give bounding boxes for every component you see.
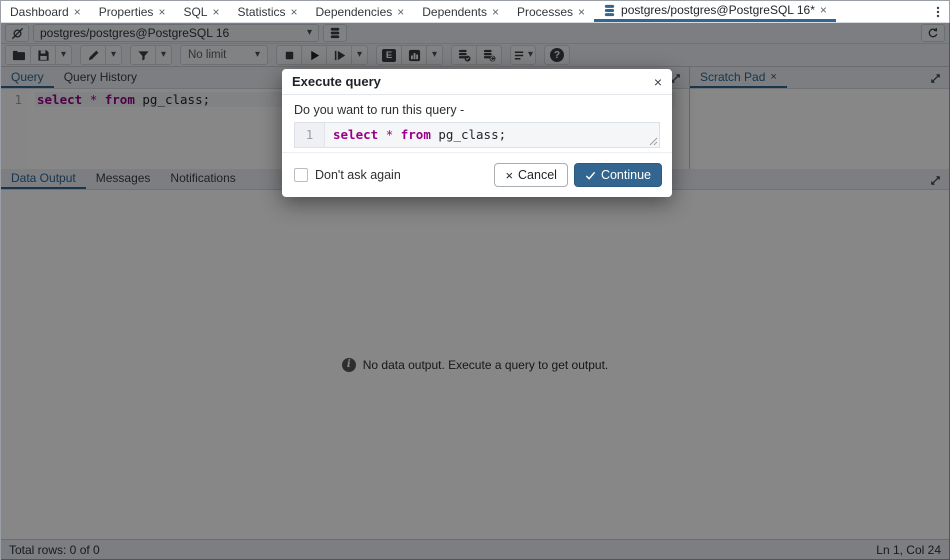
continue-button-label: Continue bbox=[601, 168, 651, 182]
resize-grip-icon[interactable] bbox=[649, 137, 658, 146]
close-icon[interactable]: × bbox=[492, 6, 499, 18]
dialog-query-preview[interactable]: 1 select * from pg_class; bbox=[294, 122, 660, 148]
tab-bar-spacer bbox=[836, 1, 927, 22]
sql-keyword: select bbox=[333, 127, 378, 142]
check-icon bbox=[585, 170, 596, 181]
sql-identifier: pg_class; bbox=[438, 127, 506, 142]
pgadmin-query-tool-window: Dashboard × Properties × SQL × Statistic… bbox=[0, 0, 950, 560]
tab-label: SQL bbox=[183, 5, 207, 19]
close-icon[interactable]: × bbox=[74, 6, 81, 18]
close-icon: × bbox=[505, 168, 513, 183]
close-icon[interactable]: × bbox=[820, 4, 827, 16]
continue-button[interactable]: Continue bbox=[574, 163, 662, 187]
dont-ask-again-label: Don't ask again bbox=[315, 168, 401, 182]
tab-processes[interactable]: Processes × bbox=[508, 1, 594, 22]
tab-dependents[interactable]: Dependents × bbox=[413, 1, 508, 22]
tab-label: Dashboard bbox=[10, 5, 69, 19]
dialog-message: Do you want to run this query - bbox=[294, 103, 660, 117]
close-icon[interactable]: × bbox=[654, 75, 662, 89]
close-icon[interactable]: × bbox=[397, 6, 404, 18]
dialog-header: Execute query × bbox=[282, 69, 672, 95]
tab-label: Dependents bbox=[422, 5, 487, 19]
close-icon[interactable]: × bbox=[291, 6, 298, 18]
tab-dependencies[interactable]: Dependencies × bbox=[307, 1, 414, 22]
dialog-footer: Don't ask again × Cancel Continue bbox=[282, 152, 672, 197]
kebab-menu-icon[interactable] bbox=[927, 1, 949, 22]
close-icon[interactable]: × bbox=[578, 6, 585, 18]
tab-sql[interactable]: SQL × bbox=[174, 1, 228, 22]
dialog-line-number: 1 bbox=[295, 123, 325, 147]
dont-ask-again-checkbox[interactable] bbox=[294, 168, 308, 182]
close-icon[interactable]: × bbox=[158, 6, 165, 18]
tab-label: Statistics bbox=[237, 5, 285, 19]
cancel-button-label: Cancel bbox=[518, 168, 557, 182]
tab-properties[interactable]: Properties × bbox=[90, 1, 175, 22]
cancel-button[interactable]: × Cancel bbox=[494, 163, 568, 187]
tab-label: Dependencies bbox=[316, 5, 393, 19]
tab-label: Processes bbox=[517, 5, 573, 19]
tab-label: Properties bbox=[99, 5, 154, 19]
dialog-title: Execute query bbox=[292, 74, 381, 89]
tab-dashboard[interactable]: Dashboard × bbox=[1, 1, 90, 22]
tab-statistics[interactable]: Statistics × bbox=[228, 1, 306, 22]
close-icon[interactable]: × bbox=[212, 6, 219, 18]
sql-keyword: from bbox=[401, 127, 431, 142]
tab-label: postgres/postgres@PostgreSQL 16* bbox=[621, 3, 815, 17]
tab-query-tool-active[interactable]: postgres/postgres@PostgreSQL 16* × bbox=[594, 1, 836, 22]
execute-query-dialog: Execute query × Do you want to run this … bbox=[282, 69, 672, 197]
browser-tab-bar: Dashboard × Properties × SQL × Statistic… bbox=[1, 1, 949, 23]
dialog-code-line: select * from pg_class; bbox=[325, 123, 659, 147]
database-icon bbox=[603, 4, 616, 17]
